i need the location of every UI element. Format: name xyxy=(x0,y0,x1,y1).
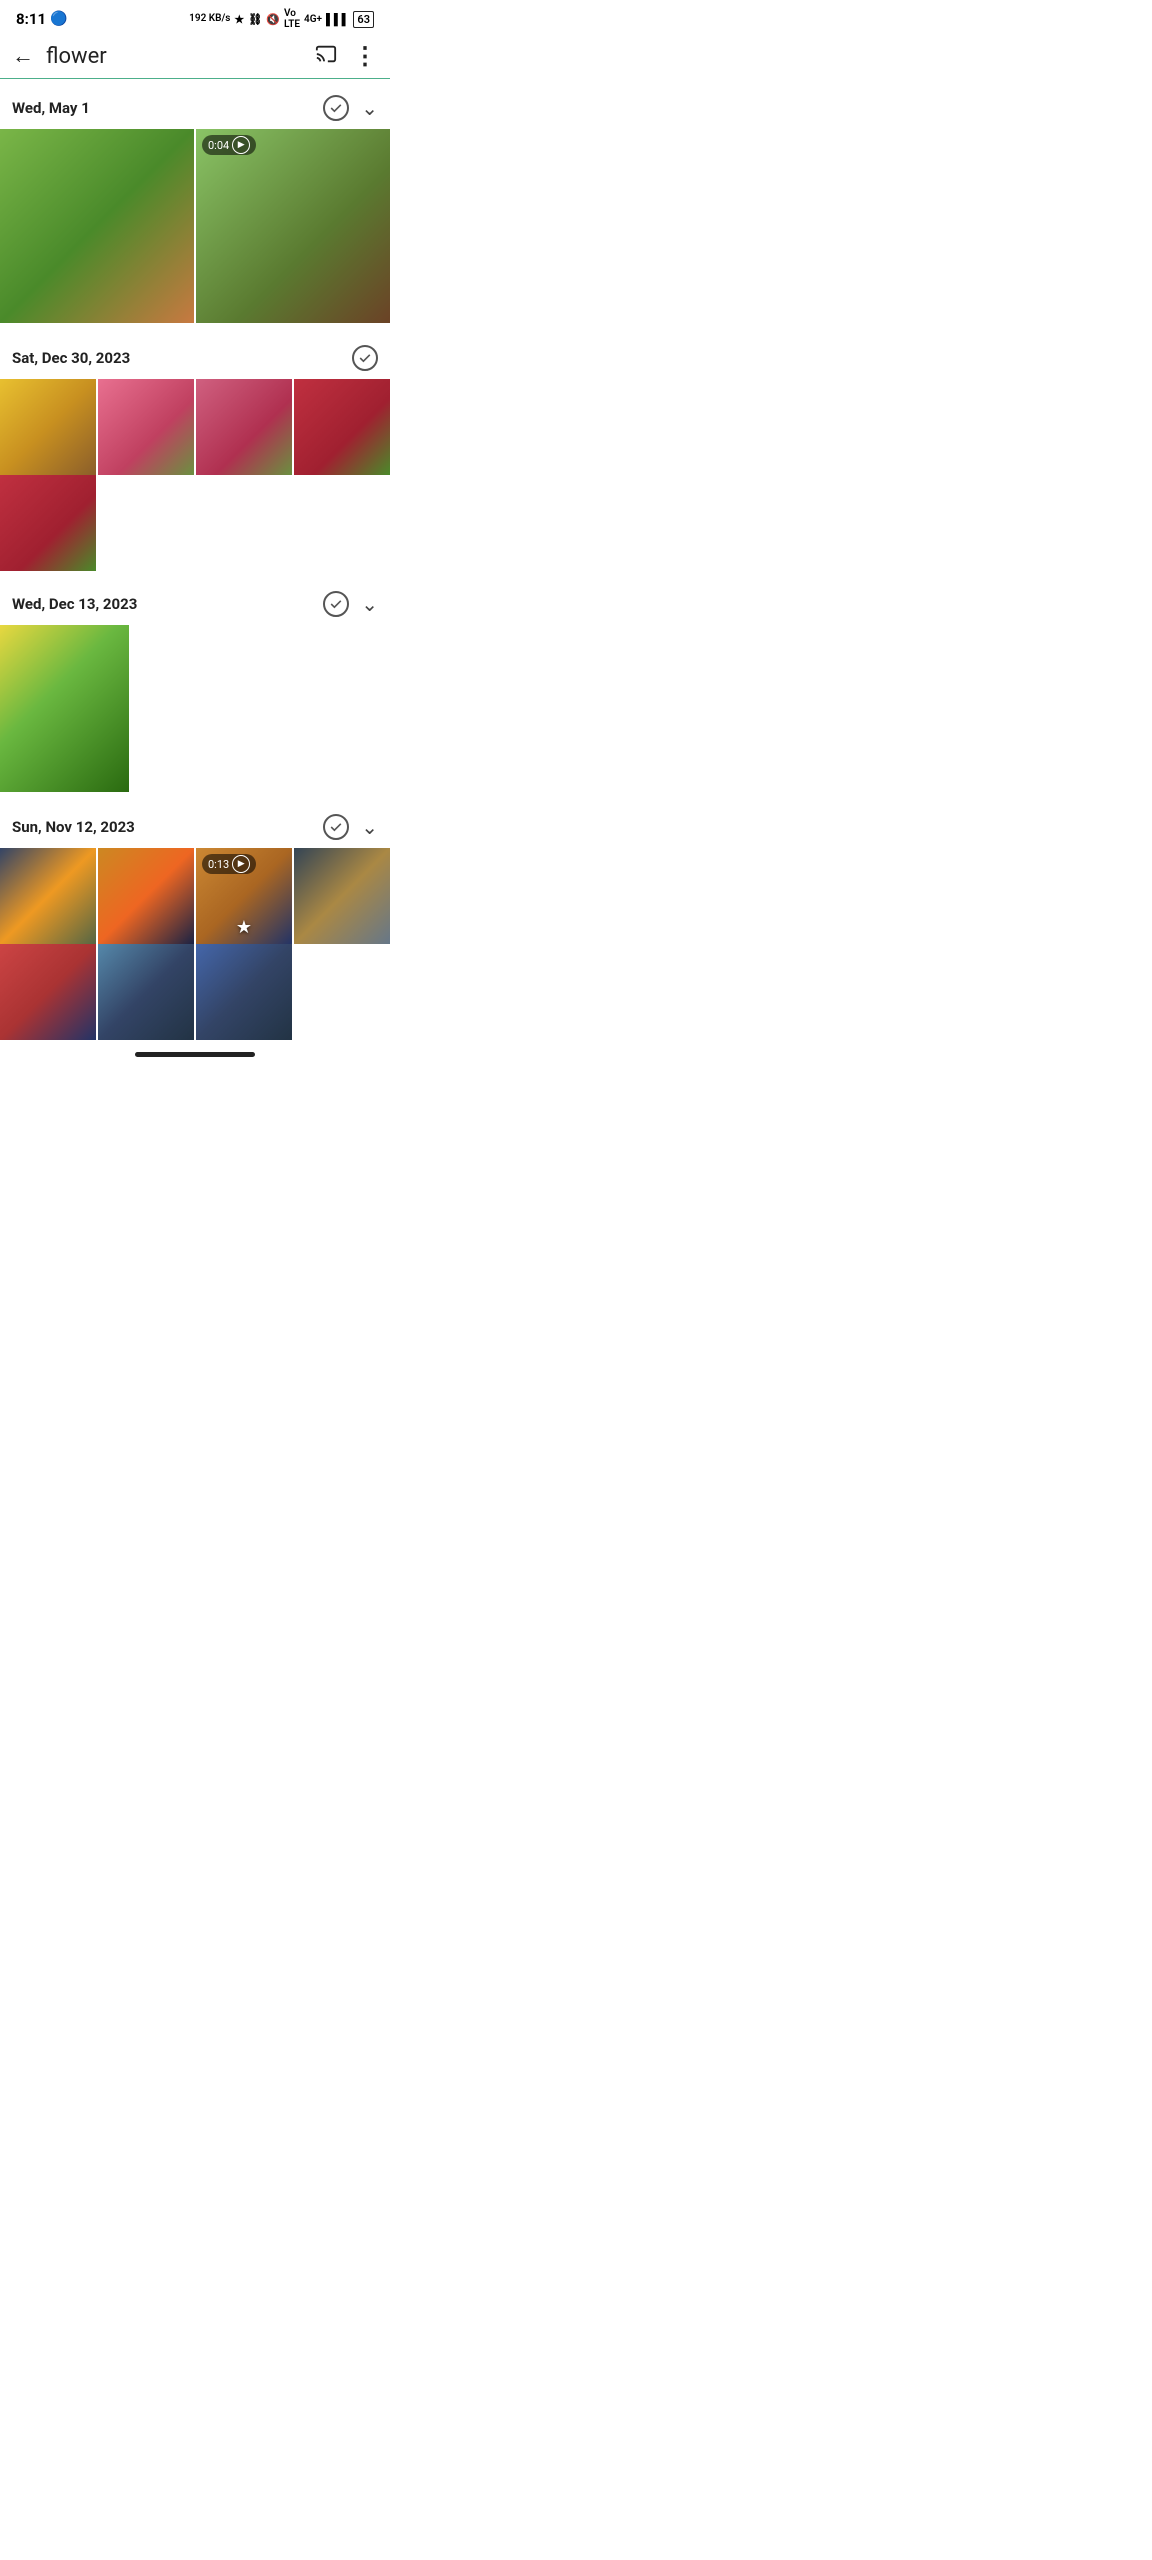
link-icon: ⛓ xyxy=(248,13,262,26)
photo-thumbnail[interactable] xyxy=(0,379,96,475)
section-actions: ⌄ xyxy=(323,814,378,840)
section-header-sec3: Wed, Dec 13, 2023 ⌄ xyxy=(0,575,390,625)
status-time: 8:11 xyxy=(16,10,46,28)
section-header-sec1: Wed, May 1 ⌄ xyxy=(0,79,390,129)
photo-thumbnail[interactable] xyxy=(196,944,292,1040)
section-sec3: Wed, Dec 13, 2023 ⌄ xyxy=(0,575,390,794)
photo-thumbnail[interactable] xyxy=(294,379,390,475)
select-day-button[interactable] xyxy=(323,591,349,617)
status-bar: 8:11 🔵 192 KB/s ★ ⛓ 🔇 VoLTE 4G+ ▌▌▌ 63 xyxy=(0,0,390,34)
cast-icon[interactable] xyxy=(315,43,337,70)
collapse-section-icon[interactable]: ⌄ xyxy=(361,815,378,839)
section-date: Wed, Dec 13, 2023 xyxy=(12,595,137,613)
photo-thumbnail[interactable] xyxy=(98,944,194,1040)
network-4g-icon: 4G+ xyxy=(304,14,322,25)
play-icon: ▶ xyxy=(232,136,250,154)
status-right: 192 KB/s ★ ⛓ 🔇 VoLTE 4G+ ▌▌▌ 63 xyxy=(189,8,374,30)
section-date: Sun, Nov 12, 2023 xyxy=(12,818,135,836)
photo-thumbnail[interactable] xyxy=(0,944,96,1040)
bluetooth-icon: ★ xyxy=(234,13,244,26)
section-actions xyxy=(352,345,378,371)
collapse-section-icon[interactable]: ⌄ xyxy=(361,96,378,120)
section-sec4: Sun, Nov 12, 2023 ⌄ 0:13▶ ★ xyxy=(0,798,390,1040)
section-sec1: Wed, May 1 ⌄ 0:04▶ xyxy=(0,79,390,325)
mute-icon: 🔇 xyxy=(266,13,280,26)
select-day-button[interactable] xyxy=(323,95,349,121)
photo-thumbnail[interactable]: 0:13▶ ★ xyxy=(196,848,292,944)
photo-grid: 0:04▶ xyxy=(0,129,390,325)
section-date: Wed, May 1 xyxy=(12,99,90,117)
collapse-section-icon[interactable]: ⌄ xyxy=(361,592,378,616)
sections-container: Wed, May 1 ⌄ 0:04▶ Sat, Dec 30, 2023 Wed, De… xyxy=(0,79,390,1040)
photo-thumbnail[interactable] xyxy=(98,848,194,944)
section-sec2: Sat, Dec 30, 2023 xyxy=(0,329,390,571)
bottom-bar xyxy=(0,1044,390,1069)
photo-thumbnail[interactable] xyxy=(0,625,129,792)
favorite-star-icon: ★ xyxy=(236,917,252,938)
select-day-button[interactable] xyxy=(323,814,349,840)
photo-thumbnail[interactable] xyxy=(294,848,390,944)
status-left: 8:11 🔵 xyxy=(16,10,67,28)
back-button[interactable]: ← xyxy=(12,43,34,69)
select-day-button[interactable] xyxy=(352,345,378,371)
photo-thumbnail[interactable] xyxy=(0,129,194,323)
play-icon: ▶ xyxy=(232,855,250,873)
app-bar: ← flower ⋮ xyxy=(0,34,390,79)
video-duration-badge: 0:04▶ xyxy=(202,135,256,155)
status-icon-weibo: 🔵 xyxy=(50,11,67,27)
network-speed: 192 KB/s xyxy=(189,13,230,25)
battery-icon: 63 xyxy=(353,11,374,28)
photo-thumbnail[interactable] xyxy=(196,379,292,475)
section-header-sec2: Sat, Dec 30, 2023 xyxy=(0,329,390,379)
app-bar-actions: ⋮ xyxy=(315,42,378,70)
photo-grid xyxy=(0,625,390,794)
section-actions: ⌄ xyxy=(323,591,378,617)
search-title: flower xyxy=(46,44,315,69)
photo-thumbnail[interactable]: 0:04▶ xyxy=(196,129,390,323)
section-date: Sat, Dec 30, 2023 xyxy=(12,349,130,367)
volte-icon: VoLTE xyxy=(284,8,300,30)
section-actions: ⌄ xyxy=(323,95,378,121)
more-menu-icon[interactable]: ⋮ xyxy=(353,42,378,70)
photo-thumbnail[interactable] xyxy=(0,475,96,571)
signal-icon: ▌▌▌ xyxy=(326,13,349,26)
video-duration-badge: 0:13▶ xyxy=(202,854,256,874)
home-indicator xyxy=(135,1052,255,1057)
photo-thumbnail[interactable] xyxy=(0,848,96,944)
photo-thumbnail[interactable] xyxy=(98,379,194,475)
section-header-sec4: Sun, Nov 12, 2023 ⌄ xyxy=(0,798,390,848)
